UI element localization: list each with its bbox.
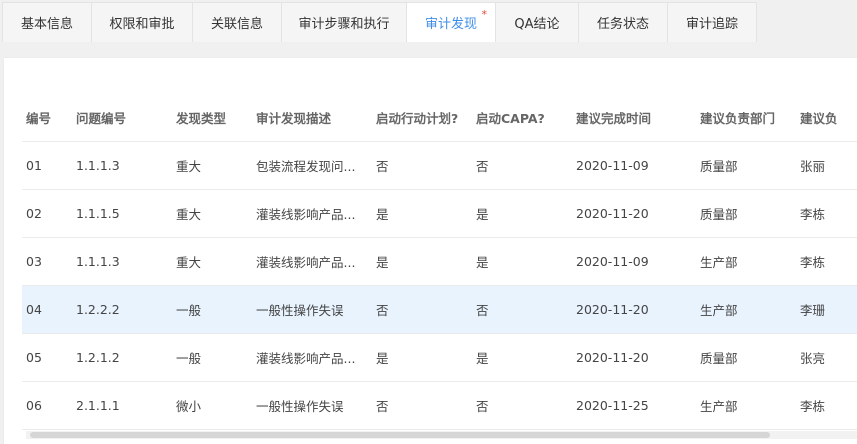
table-row[interactable]: 01 1.1.1.3 重大 包装流程发现问... 否 否 2020-11-09 质量部 张丽 [22,142,857,190]
cell-due-date: 2020-11-20 [576,350,649,365]
tab-label: 审计步骤和执行 [298,17,390,32]
cell-action-plan: 否 [376,159,389,174]
tab-qa-conclusion[interactable]: QA结论 [495,2,579,42]
cell-description: 灌装线影响产品... [256,255,356,270]
column-header-action-plan[interactable]: 启动行动计划? [376,94,458,141]
cell-no: 01 [26,158,42,173]
table-row[interactable]: 03 1.1.1.3 重大 灌装线影响产品... 是 是 2020-11-09 生产部 李栋 [22,238,857,286]
cell-description: 包装流程发现问... [256,159,356,174]
cell-issue-no: 2.1.1.1 [76,398,120,413]
cell-no: 02 [26,206,42,221]
cell-finding-type: 重大 [176,255,202,270]
cell-description: 一般性操作失误 [256,303,344,318]
cell-no: 04 [26,302,42,317]
cell-no: 05 [26,350,42,365]
cell-action-plan: 是 [376,207,389,222]
cell-department: 生产部 [700,399,738,414]
scrollbar-thumb[interactable] [30,432,770,438]
cell-capa: 否 [476,399,489,414]
column-header-capa[interactable]: 启动CAPA? [476,94,545,141]
cell-finding-type: 重大 [176,207,202,222]
cell-action-plan: 是 [376,255,389,270]
table-header: 编号 问题编号 发现类型 审计发现描述 启动行动计划? 启动CAPA? 建议完成… [22,94,857,142]
cell-due-date: 2020-11-25 [576,398,649,413]
cell-issue-no: 1.2.1.2 [76,350,120,365]
cell-description: 一般性操作失误 [256,399,344,414]
cell-capa: 是 [476,351,489,366]
cell-issue-no: 1.1.1.3 [76,254,120,269]
cell-owner: 李栋 [800,255,826,270]
cell-owner: 李珊 [800,303,826,318]
tab-label: 权限和审批 [109,17,175,32]
tab-label: 关联信息 [210,17,263,32]
cell-finding-type: 一般 [176,303,202,318]
column-header-due-date[interactable]: 建议完成时间 [576,94,651,141]
required-mark: * [481,8,488,21]
column-header-issue-no[interactable]: 问题编号 [76,94,126,141]
cell-department: 质量部 [700,207,738,222]
cell-finding-type: 微小 [176,399,202,414]
column-header-no[interactable]: 编号 [26,94,51,141]
cell-capa: 否 [476,159,489,174]
tab-label: 基本信息 [20,17,73,32]
tab-permissions-approval[interactable]: 权限和审批 [91,2,193,42]
cell-department: 质量部 [700,159,738,174]
cell-issue-no: 1.1.1.5 [76,206,120,221]
cell-action-plan: 否 [376,303,389,318]
cell-due-date: 2020-11-09 [576,254,649,269]
cell-no: 03 [26,254,42,269]
table-row[interactable]: 05 1.2.1.2 一般 灌装线影响产品... 是 是 2020-11-20 质量部 张亮 [22,334,857,382]
column-header-department[interactable]: 建议负责部门 [700,94,775,141]
cell-due-date: 2020-11-09 [576,158,649,173]
cell-action-plan: 是 [376,351,389,366]
cell-department: 质量部 [700,351,738,366]
tab-audit-steps[interactable]: 审计步骤和执行 [281,2,407,42]
findings-panel: 编号 问题编号 发现类型 审计发现描述 启动行动计划? 启动CAPA? 建议完成… [4,58,857,444]
column-header-description[interactable]: 审计发现描述 [256,94,331,141]
cell-issue-no: 1.2.2.2 [76,302,120,317]
cell-department: 生产部 [700,303,738,318]
cell-owner: 李栋 [800,207,826,222]
table-row[interactable]: 02 1.1.1.5 重大 灌装线影响产品... 是 是 2020-11-20 质量部 李栋 [22,190,857,238]
cell-owner: 张丽 [800,159,826,174]
tab-label: QA结论 [514,17,560,32]
tab-task-status[interactable]: 任务状态 [578,2,668,42]
cell-description: 灌装线影响产品... [256,351,356,366]
tab-bar: 基本信息 权限和审批 关联信息 审计步骤和执行 审计发现 * QA结论 任务状态 … [0,0,857,44]
tab-audit-findings[interactable]: 审计发现 * [406,2,496,42]
cell-finding-type: 重大 [176,159,202,174]
cell-finding-type: 一般 [176,351,202,366]
tab-related-info[interactable]: 关联信息 [192,2,282,42]
column-header-finding-type[interactable]: 发现类型 [176,94,226,141]
tab-label: 审计发现 [424,17,477,32]
cell-due-date: 2020-11-20 [576,302,649,317]
cell-owner: 张亮 [800,351,826,366]
tab-label: 任务状态 [596,17,649,32]
cell-capa: 是 [476,255,489,270]
table-row[interactable]: 06 2.1.1.1 微小 一般性操作失误 否 否 2020-11-25 生产部 李栋 [22,382,857,430]
tab-label: 审计追踪 [685,17,738,32]
cell-description: 灌装线影响产品... [256,207,356,222]
cell-due-date: 2020-11-20 [576,206,649,221]
cell-no: 06 [26,398,42,413]
cell-issue-no: 1.1.1.3 [76,158,120,173]
tab-audit-trail[interactable]: 审计追踪 [667,2,757,42]
cell-owner: 李栋 [800,399,826,414]
column-header-owner[interactable]: 建议负 [800,94,857,141]
cell-capa: 是 [476,207,489,222]
cell-capa: 否 [476,303,489,318]
tab-basic-info[interactable]: 基本信息 [2,2,92,42]
cell-action-plan: 否 [376,399,389,414]
cell-department: 生产部 [700,255,738,270]
table-row[interactable]: 04 1.2.2.2 一般 一般性操作失误 否 否 2020-11-20 生产部 李珊 [22,286,857,334]
